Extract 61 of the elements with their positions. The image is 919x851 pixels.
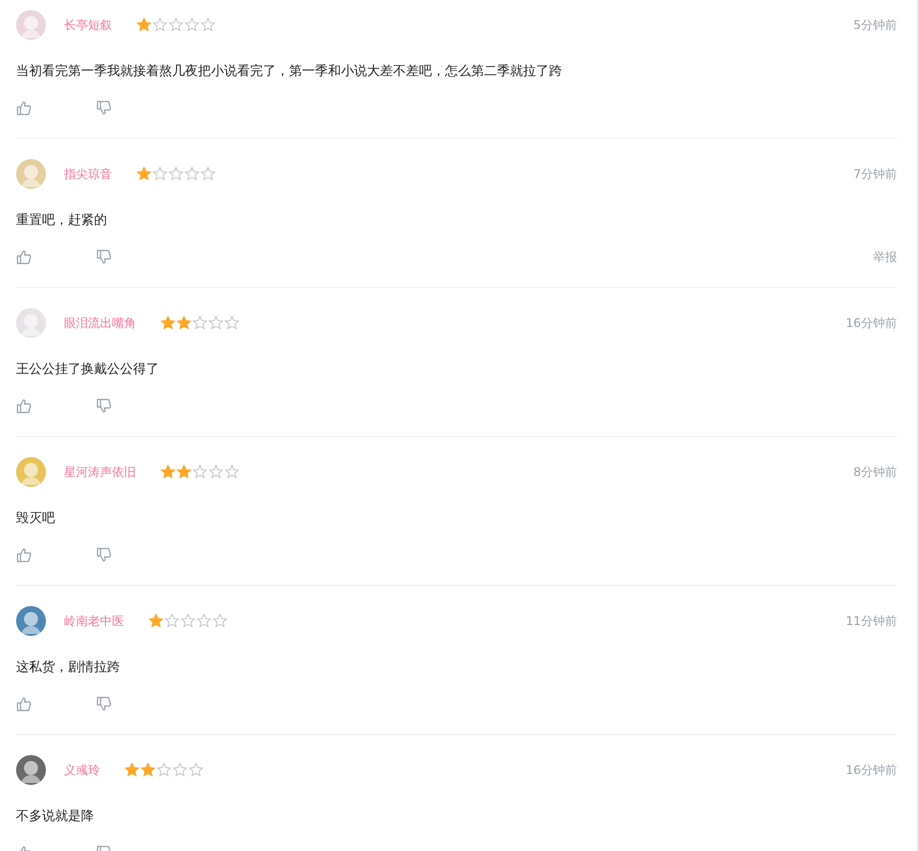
comment-text: 这私货，剧情拉跨 [16, 659, 121, 677]
username[interactable]: 长亭短叙 [64, 16, 112, 34]
star-icon [196, 613, 212, 629]
thumbs-up-icon[interactable] [16, 696, 32, 712]
star-icon [200, 166, 216, 182]
thumbs-up-icon[interactable] [16, 398, 32, 414]
username[interactable]: 眼泪流出嘴角 [64, 314, 136, 332]
comment-text: 重置吧，赶紧的 [16, 212, 108, 230]
star-icon [152, 17, 168, 33]
username[interactable]: 星河涛声依旧 [64, 464, 136, 480]
thumbs-down-icon[interactable] [96, 100, 112, 116]
star-icon [168, 17, 184, 33]
username[interactable]: 岭南老中医 [64, 612, 124, 630]
thumbs-up-icon[interactable] [16, 249, 32, 265]
timestamp: 5分钟前 [853, 16, 897, 34]
avatar[interactable] [16, 755, 46, 785]
thumbs-up-icon[interactable] [16, 100, 32, 116]
star-icon [148, 613, 164, 629]
timestamp: 8分钟前 [853, 464, 897, 480]
star-icon [160, 464, 176, 480]
star-icon [172, 762, 188, 778]
timestamp: 16分钟前 [846, 762, 897, 778]
star-icon [192, 315, 208, 331]
thumbs-down-icon[interactable] [96, 249, 112, 265]
star-icon [184, 17, 200, 33]
star-icon [164, 613, 180, 629]
star-icon [212, 613, 228, 629]
username[interactable]: 义彧玲 [64, 762, 100, 778]
star-icon [124, 762, 140, 778]
star-icon [208, 315, 224, 331]
star-icon [188, 762, 204, 778]
star-icon [208, 464, 224, 480]
comment-text: 毁灭吧 [16, 510, 56, 528]
star-icon [160, 315, 176, 331]
star-icon [152, 166, 168, 182]
star-icon [136, 166, 152, 182]
star-icon [224, 315, 240, 331]
star-icon [168, 166, 184, 182]
thumbs-down-icon[interactable] [96, 398, 112, 414]
star-icon [180, 613, 196, 629]
star-icon [184, 166, 200, 182]
comment-text: 不多说就是降 [16, 808, 95, 826]
star-icon [136, 17, 152, 33]
thumbs-down-icon[interactable] [96, 696, 112, 712]
timestamp: 16分钟前 [846, 314, 897, 332]
star-icon [200, 17, 216, 33]
star-icon [140, 762, 156, 778]
star-icon [224, 464, 240, 480]
timestamp: 11分钟前 [846, 612, 897, 630]
star-icon [176, 315, 192, 331]
star-icon [156, 762, 172, 778]
star-icon [192, 464, 208, 480]
star-icon [176, 464, 192, 480]
comment-text: 当初看完第一季我就接着熬几夜把小说看完了，第一季和小说大差不差吧，怎么第二季就拉了跨 [16, 63, 563, 81]
comment-text: 王公公挂了换戴公公得了 [16, 361, 160, 379]
username[interactable]: 指尖琼音 [64, 166, 112, 182]
timestamp: 7分钟前 [853, 166, 897, 182]
thumbs-down-icon[interactable] [96, 547, 112, 563]
thumbs-up-icon[interactable] [16, 547, 32, 563]
avatar[interactable] [16, 606, 46, 636]
report-link[interactable]: 举报 [873, 248, 897, 266]
